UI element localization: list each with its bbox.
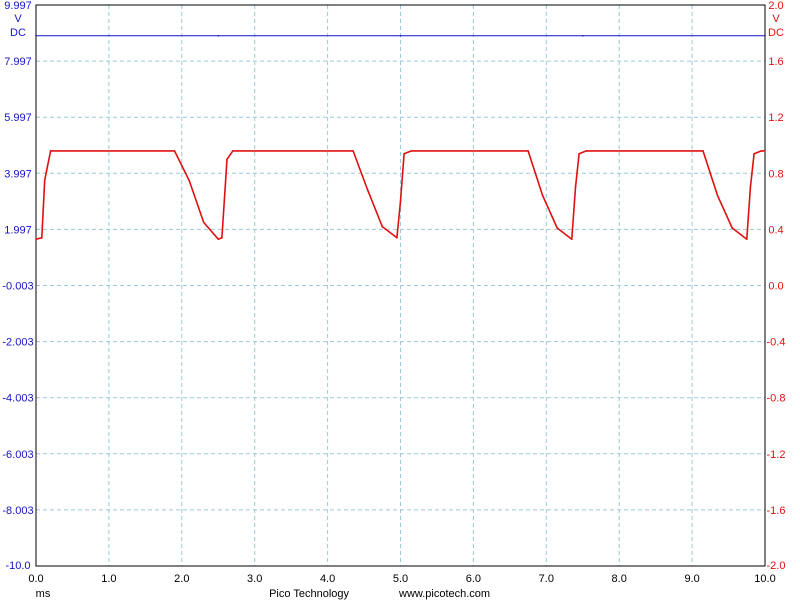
left-axis-unit: V — [14, 13, 22, 25]
left-tick-label: 3.997 — [4, 168, 32, 180]
series-point-right — [221, 237, 223, 239]
series-point-right — [585, 150, 588, 152]
x-tick-label: 9.0 — [684, 573, 699, 585]
series-point-right — [574, 186, 577, 189]
right-axis-coupling: DC — [768, 27, 784, 39]
x-tick-label: 8.0 — [612, 573, 627, 585]
x-tick-label: 3.0 — [247, 573, 262, 585]
series-point-right — [381, 225, 384, 228]
left-axis-coupling: DC — [10, 27, 26, 39]
series-point-right — [410, 150, 413, 152]
right-tick-label: -2.0 — [767, 560, 786, 572]
series-point-right — [352, 150, 354, 152]
series-point-right — [746, 238, 748, 240]
series-point-right — [541, 194, 544, 197]
left-tick-label: -6.003 — [2, 449, 33, 461]
right-tick-label: -1.6 — [767, 505, 786, 517]
series-point-right — [716, 194, 719, 197]
left-tick-label: 5.997 — [4, 112, 32, 124]
series-point-right — [749, 186, 752, 189]
series-point-right — [571, 238, 573, 240]
right-tick-label: -1.2 — [767, 449, 786, 461]
series-point-right — [232, 150, 234, 152]
series-point-right — [366, 189, 369, 191]
left-tick-label: 7.997 — [4, 56, 32, 68]
series-point-right — [173, 150, 176, 152]
series-point-right — [217, 238, 220, 240]
right-tick-label: 2.0 — [768, 0, 783, 12]
x-tick-label: 10.0 — [754, 573, 775, 585]
series-point-right — [396, 237, 398, 239]
series-point-left — [764, 35, 766, 37]
series-point-right — [403, 152, 405, 155]
website-label: www.picotech.com — [398, 588, 490, 600]
x-tick-label: 6.0 — [466, 573, 481, 585]
series-point-right — [399, 200, 402, 203]
right-axis-unit: V — [772, 13, 780, 25]
series-point-right — [731, 227, 733, 229]
right-tick-label: -0.4 — [767, 337, 786, 349]
series-point-right — [702, 150, 704, 152]
series-point-right — [202, 221, 205, 224]
right-tick-label: 0.4 — [768, 224, 783, 236]
left-tick-label: 9.997 — [4, 0, 32, 12]
left-tick-label: -8.003 — [2, 505, 33, 517]
series-point-right — [35, 238, 37, 240]
brand-label: Pico Technology — [269, 588, 349, 600]
series-point-right — [578, 152, 580, 155]
left-tick-label: -4.003 — [2, 393, 33, 405]
x-tick-label: 7.0 — [539, 573, 554, 585]
series-point-right — [760, 150, 763, 152]
series-point-right — [764, 150, 766, 152]
series-point-left — [217, 35, 220, 37]
series-point-right — [41, 237, 43, 239]
right-tick-label: 0.8 — [768, 168, 783, 180]
series-point-left — [35, 35, 37, 37]
left-tick-label: -2.003 — [2, 337, 33, 349]
right-tick-label: 1.2 — [768, 112, 783, 124]
series-point-right — [188, 179, 190, 182]
left-tick-label: -10.0 — [5, 560, 30, 572]
right-tick-label: 0.0 — [768, 281, 783, 293]
series-point-right — [49, 150, 52, 152]
right-tick-label: 1.6 — [768, 56, 783, 68]
series-point-right — [226, 158, 228, 161]
x-tick-label: 4.0 — [320, 573, 335, 585]
x-tick-label: 5.0 — [393, 573, 408, 585]
series-point-right — [753, 152, 755, 155]
left-tick-label: -0.003 — [2, 281, 33, 293]
x-tick-label: 0.0 — [28, 573, 43, 585]
oscilloscope-chart: 9.997 7.997 5.997 3.997 1.997 -0.003 -2.003 -4.… — [0, 0, 800, 600]
x-tick-label: 1.0 — [101, 573, 116, 585]
series-point-right — [556, 227, 558, 229]
right-tick-label: -0.8 — [767, 393, 786, 405]
x-axis-unit-label: ms — [36, 588, 51, 600]
left-tick-label: 1.997 — [4, 224, 32, 236]
series-point-right — [43, 179, 46, 182]
series-point-right — [527, 150, 529, 152]
series-point-left — [399, 35, 402, 37]
x-tick-label: 2.0 — [174, 573, 189, 585]
series-point-left — [582, 35, 584, 37]
